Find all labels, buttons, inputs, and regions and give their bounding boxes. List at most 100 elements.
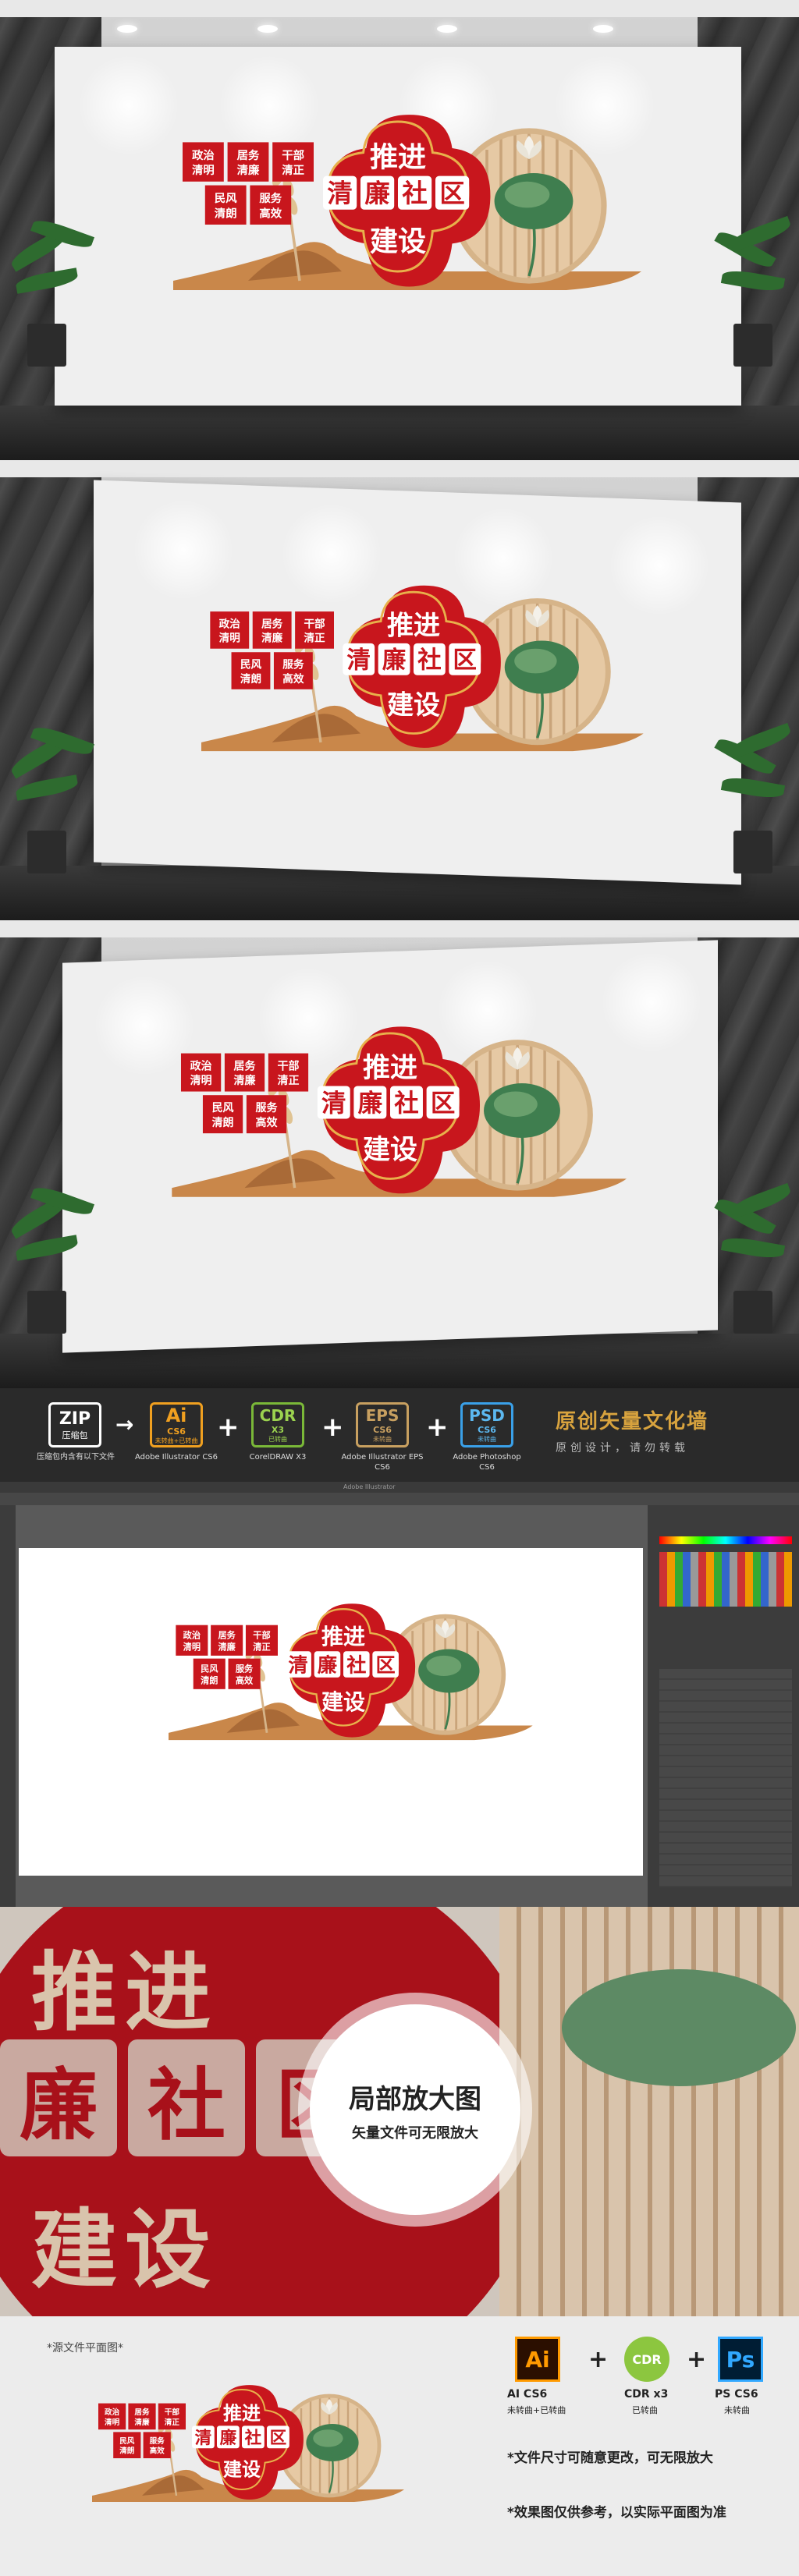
culture-wall-artwork: 推进 清廉社区 建设 政治清明 居务清廉 干部清正民风清朗 服务高效 (201, 585, 644, 752)
char-text: 清 (195, 2428, 212, 2448)
char-text: 区 (270, 2429, 287, 2448)
tools-panel[interactable] (0, 1505, 16, 1907)
zoom-badge: 局部放大图 矢量文件可无限放大 (298, 1993, 532, 2227)
tag-text: 清明 (219, 632, 240, 645)
tag-text: 居务 (134, 2408, 150, 2417)
char-text: 社 (245, 2428, 262, 2448)
tag-text: 清正 (165, 2418, 180, 2427)
tag-text: 清正 (278, 1074, 300, 1087)
tag-text: 清明 (190, 1074, 212, 1087)
svg-text:推进: 推进 (370, 142, 426, 174)
zoom-detail: 推进 廉 社 区 建设 局部放大图 矢量文件可无限放大 (0, 1907, 799, 2316)
tag-text: 清朗 (215, 206, 237, 220)
char-text: 区 (431, 1090, 455, 1118)
zoom-top-text: 推进 (31, 1943, 218, 2043)
layers-panel[interactable] (659, 1669, 792, 1887)
svg-text:推进: 推进 (223, 2402, 261, 2424)
potted-plant (0, 1178, 95, 1334)
cdr-icon: CDR X3 已转曲 (251, 1402, 304, 1447)
tag-text: 干部 (304, 618, 325, 631)
mockup-scene-3: 推进 清廉社区 建设 政治 清明 居务 清廉 干部 清正 民风 清朗 服务 高效 (0, 920, 799, 1388)
tag-text: 干部 (278, 1060, 300, 1073)
note-2: *效果图仅供参考，以实际平面图为准 (507, 2505, 726, 2521)
svg-text:建设: 建设 (223, 2458, 261, 2480)
tag-text: 清廉 (237, 163, 260, 177)
tag-text: 民风 (240, 659, 262, 671)
mockup-scene-2: 推进 清廉社区 建设 政治 清明 居务 清廉 干部 清正 民风 清朗 服务 高效 (0, 460, 799, 920)
culture-wall-artwork: 推进 清廉社区 建设 政治清明 居务清廉 干部清正民风清朗 服务高效 (92, 2385, 404, 2502)
tag-text: 居务 (261, 618, 283, 631)
char-text: 廉 (382, 647, 407, 675)
mockup-scene-1: 推进 清廉社区 建设 政治 清明 居务 清廉 干部 清正 民风 清朗 服务 高效 (0, 0, 799, 460)
illustrator-window: Adobe Illustrator 推进 清廉社区 建设 政治 清明 居务 清廉… (0, 1482, 799, 1907)
tag-text: 民风 (201, 1663, 218, 1674)
char-text: 清 (289, 1653, 308, 1676)
tag-text: 高效 (259, 206, 282, 220)
svg-text:推进: 推进 (363, 1053, 417, 1084)
tag-text: 高效 (256, 1116, 278, 1129)
potted-plant (706, 211, 799, 367)
culture-wall-artwork: 推进 清廉社区 建设 政治清明 居务清廉 干部清正民风清朗 服务高效 (173, 115, 641, 290)
char-text: 区 (376, 1653, 396, 1676)
tag-text: 清朗 (201, 1674, 218, 1685)
tag-text: 居务 (218, 1630, 236, 1641)
svg-text:建设: 建设 (363, 1135, 417, 1166)
tag-text: 服务 (282, 658, 304, 671)
headline: 原创矢量文化墙 (556, 1410, 709, 1433)
char-text: 廉 (220, 2428, 237, 2448)
potted-plant (706, 1178, 799, 1334)
format-info-bar: ZIP 压缩包 压缩包内含有以下文件 → Ai CS6 未转曲+已转曲 Adobe I… (0, 1388, 799, 1482)
tag-text: 政治 (190, 1060, 212, 1073)
color-spectrum[interactable] (659, 1536, 792, 1544)
tag-text: 干部 (165, 2408, 180, 2417)
tag-text: 居务 (237, 148, 260, 162)
tag-text: 服务 (259, 191, 282, 205)
char-text: 社 (402, 179, 427, 208)
svg-text:建设: 建设 (321, 1689, 365, 1715)
ai-icon: Ai CS6 未转曲+已转曲 (150, 1402, 203, 1447)
psd-icon: PSD CS6 未转曲 (460, 1402, 513, 1447)
control-bar[interactable] (0, 1493, 799, 1505)
culture-wall-artwork: 推进 清廉社区 建设 政治清明 居务清廉 干部清正民风清朗 服务高效 (172, 1026, 627, 1197)
zoom-bottom-text: 建设 (31, 2200, 218, 2300)
cdr-icon: CDR (624, 2337, 669, 2382)
tag-text: 清正 (253, 1641, 270, 1652)
potted-plant (0, 211, 95, 367)
char-text: 廉 (364, 179, 389, 208)
char-text: 清 (321, 1090, 346, 1118)
culture-wall-artwork: 推进 清廉社区 建设 政治清明 居务清廉 干部清正民风清朗 服务高效 (169, 1603, 533, 1741)
svg-text:推进: 推进 (321, 1624, 365, 1649)
source-file-info: *源文件平面图* 推进 清廉社区 建设 政治 清明 居务 清廉 干部 清正 民风 清朗 服务 高效 (0, 2316, 799, 2576)
tag-text: 民风 (215, 192, 237, 205)
tag-text: 清廉 (261, 632, 283, 645)
char-text: 清 (327, 179, 352, 208)
tag-text: 政治 (105, 2408, 120, 2417)
tag-text: 清朗 (212, 1116, 234, 1129)
potted-plant (706, 718, 799, 873)
tag-text: 政治 (219, 618, 241, 631)
tag-text: 清正 (282, 163, 304, 177)
swatches-panel[interactable] (659, 1552, 792, 1607)
tag-text: 服务 (150, 2436, 165, 2446)
tag-text: 民风 (212, 1102, 234, 1114)
tag-text: 清朗 (240, 672, 261, 686)
zip-icon: ZIP 压缩包 (48, 1402, 101, 1447)
potted-plant (0, 718, 95, 873)
tag-text: 高效 (236, 1674, 254, 1685)
char-text: 廉 (318, 1653, 337, 1676)
tag-text: 政治 (192, 148, 215, 162)
tag-text: 高效 (150, 2447, 165, 2456)
tag-text: 清廉 (234, 1074, 256, 1087)
subline: 原创设计，请勿转载 (556, 1442, 689, 1455)
char-text: 清 (346, 647, 371, 675)
tag-text: 清正 (304, 632, 325, 645)
svg-text:建设: 建设 (387, 690, 440, 721)
char-text: 社 (346, 1653, 366, 1676)
tag-text: 清廉 (134, 2418, 150, 2427)
ps-icon: Ps (718, 2337, 763, 2382)
char-text: 社 (417, 647, 442, 675)
char-text: 廉 (358, 1090, 382, 1118)
source-label: *源文件平面图* (47, 2342, 123, 2355)
menu-bar[interactable] (0, 1482, 799, 1493)
tag-text: 服务 (236, 1663, 254, 1674)
